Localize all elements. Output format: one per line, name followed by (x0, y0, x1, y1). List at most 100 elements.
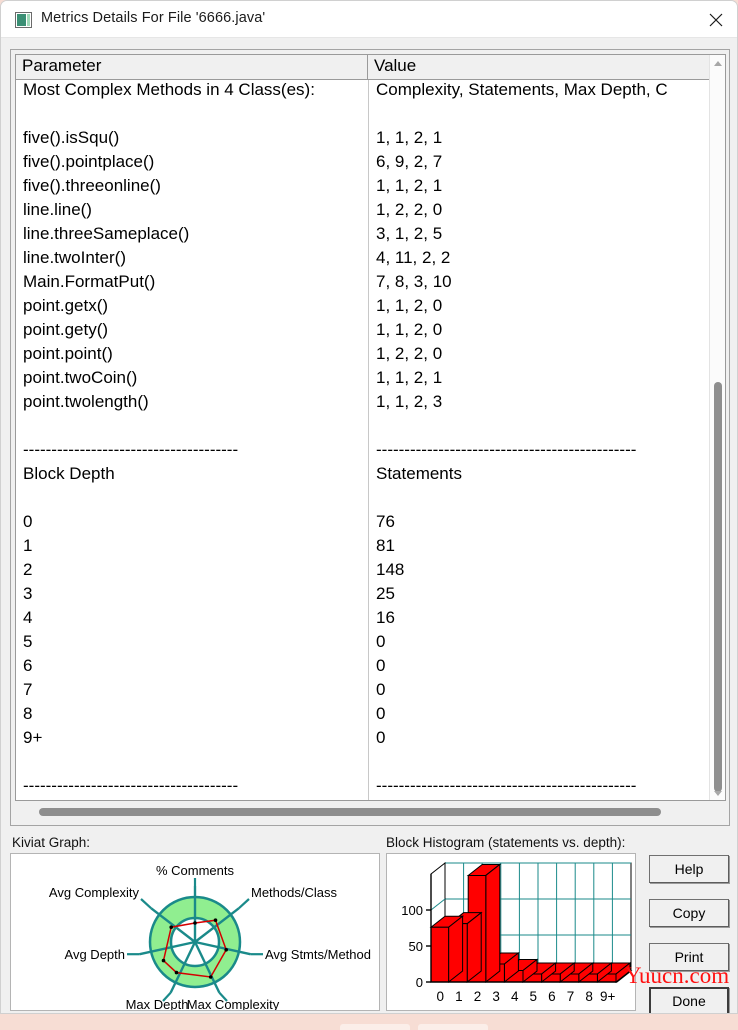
histogram-x-tick-label: 6 (548, 989, 556, 1004)
help-button[interactable]: Help (649, 855, 729, 883)
cell-value: 0 (376, 632, 386, 651)
table-row[interactable]: point.gety() 1, 1, 2, 0 (16, 320, 711, 344)
cell-parameter: 1 (23, 536, 33, 555)
table-row[interactable]: point.twoCoin() 1, 1, 2, 1 (16, 368, 711, 392)
table-row[interactable]: point.point() 1, 2, 2, 0 (16, 344, 711, 368)
report-vertical-scrollbar[interactable] (709, 55, 725, 800)
cell-value: Statements (376, 464, 462, 483)
table-row[interactable] (16, 416, 711, 440)
histogram-x-tick-label: 0 (437, 989, 445, 1004)
cell-value: 4, 11, 2, 2 (376, 248, 451, 267)
histogram-y-tick-label: 100 (401, 903, 423, 918)
table-row[interactable]: Most Complex Methods in 4 Class(es): Comp… (16, 80, 711, 104)
table-row[interactable]: 80 (16, 704, 711, 728)
table-row[interactable]: -------------------------------------- --… (16, 440, 711, 464)
cell-parameter: 7 (23, 680, 33, 699)
histogram-y-tick-label: 0 (416, 975, 423, 990)
cell-value: ----------------------------------------… (376, 440, 637, 459)
cell-value: 3, 1, 2, 5 (376, 224, 443, 243)
kiviat-axis-label-comments: % Comments (156, 863, 235, 878)
close-icon[interactable] (693, 1, 737, 38)
table-row[interactable] (16, 104, 711, 128)
histogram-y-tick-label: 50 (409, 939, 423, 954)
cell-value: Complexity, Statements, Max Depth, C (376, 80, 668, 99)
table-row[interactable]: line.twoInter() 4, 11, 2, 2 (16, 248, 711, 272)
table-row[interactable]: line.line() 1, 2, 2, 0 (16, 200, 711, 224)
table-row[interactable]: -------------------------------------- --… (16, 776, 711, 800)
table-row[interactable]: Block Depth Statements (16, 464, 711, 488)
cell-parameter: 2 (23, 560, 33, 579)
horizontal-scroll-thumb[interactable] (39, 808, 661, 816)
cell-parameter: point.twolength() (23, 392, 149, 411)
column-header-parameter[interactable]: Parameter (16, 55, 368, 79)
cell-value: 1, 2, 2, 0 (376, 200, 443, 219)
table-row[interactable]: 60 (16, 656, 711, 680)
cell-parameter: five().threeonline() (23, 176, 161, 195)
cell-parameter: 8 (23, 704, 33, 723)
cell-parameter: five().isSqu() (23, 128, 120, 147)
cell-value: 1, 1, 2, 0 (376, 296, 443, 315)
table-row[interactable]: Main.FormatPut() 7, 8, 3, 10 (16, 272, 711, 296)
vertical-scroll-thumb[interactable] (714, 382, 722, 792)
histogram-x-tick-label: 4 (511, 989, 519, 1004)
taskbar-item-b (418, 1024, 488, 1030)
kiviat-axis-label-avg-stmts-method: Avg Stmts/Method (265, 947, 371, 962)
cell-parameter: 3 (23, 584, 33, 603)
cell-parameter: 6 (23, 656, 33, 675)
table-row[interactable]: point.twolength() 1, 1, 2, 3 (16, 392, 711, 416)
cell-value: 1, 1, 2, 0 (376, 320, 443, 339)
table-row[interactable] (16, 752, 711, 776)
table-row[interactable]: point.getx() 1, 1, 2, 0 (16, 296, 711, 320)
histogram-bar (429, 915, 465, 984)
cell-value: 148 (376, 560, 405, 579)
table-row[interactable]: 3 25 (16, 584, 711, 608)
table-row[interactable]: 70 (16, 680, 711, 704)
kiviat-axis-label-max-depth: Max Depth (126, 997, 189, 1010)
cell-value: 76 (376, 512, 395, 531)
cell-parameter: point.getx() (23, 296, 109, 315)
cell-parameter: Main.FormatPut() (23, 272, 156, 291)
scroll-up-icon[interactable] (710, 55, 725, 72)
title-bar: Metrics Details For File '6666.java' (1, 1, 737, 38)
kiviat-axis-label-avg-complexity: Avg Complexity (49, 885, 140, 900)
cell-parameter: 9+ (23, 728, 43, 747)
cell-value: 16 (376, 608, 395, 627)
cell-value: 1, 1, 2, 3 (376, 392, 443, 411)
cell-value: 0 (376, 728, 386, 747)
table-row[interactable]: 50 (16, 632, 711, 656)
metrics-table-body: Most Complex Methods in 4 Class(es): Comp… (16, 80, 711, 800)
done-button[interactable]: Done (649, 987, 729, 1013)
table-row[interactable] (16, 488, 711, 512)
copy-button[interactable]: Copy (649, 899, 729, 927)
cell-parameter: point.point() (23, 344, 113, 363)
table-row[interactable]: 9+ 0 (16, 728, 711, 752)
column-header-value[interactable]: Value (368, 55, 711, 79)
table-row[interactable]: line.threeSameplace() 3, 1, 2, 5 (16, 224, 711, 248)
kiviat-axis-label-max-complexity: Max Complexity (187, 997, 280, 1010)
histogram-x-tick-label: 9+ (600, 989, 616, 1004)
table-row[interactable]: 1 81 (16, 536, 711, 560)
report-horizontal-scrollbar[interactable] (15, 803, 726, 821)
scroll-down-icon[interactable] (710, 785, 725, 800)
kiviat-graph-svg: % Comments Methods/Class Avg Stmts/Metho… (49, 863, 371, 1012)
cell-value: 81 (376, 536, 395, 555)
metrics-details-window: Metrics Details For File '6666.java' Par… (0, 0, 738, 1014)
table-header-row: Parameter Value (16, 55, 725, 80)
histogram-x-tick-label: 7 (567, 989, 575, 1004)
cell-parameter: -------------------------------------- (23, 776, 239, 795)
table-row[interactable]: 4 16 (16, 608, 711, 632)
table-row[interactable]: five().isSqu() 1, 1, 2, 1 (16, 128, 711, 152)
print-button[interactable]: Print (649, 943, 729, 971)
cell-value: 0 (376, 704, 386, 723)
block-histogram-panel: 0 50 100 0 1 2 3 4 5 6 7 8 9+ (386, 853, 636, 1011)
table-row[interactable]: 0 76 (16, 512, 711, 536)
cell-value: ----------------------------------------… (376, 776, 637, 795)
kiviat-graph-label: Kiviat Graph: (12, 835, 91, 850)
cell-parameter: -------------------------------------- (23, 440, 239, 459)
window-metrics-icon (15, 12, 32, 28)
table-row[interactable]: five().pointplace() 6, 9, 2, 7 (16, 152, 711, 176)
cell-value: 25 (376, 584, 395, 603)
block-histogram-label: Block Histogram (statements vs. depth): (386, 835, 626, 850)
table-row[interactable]: 2 148 (16, 560, 711, 584)
table-row[interactable]: five().threeonline() 1, 1, 2, 1 (16, 176, 711, 200)
